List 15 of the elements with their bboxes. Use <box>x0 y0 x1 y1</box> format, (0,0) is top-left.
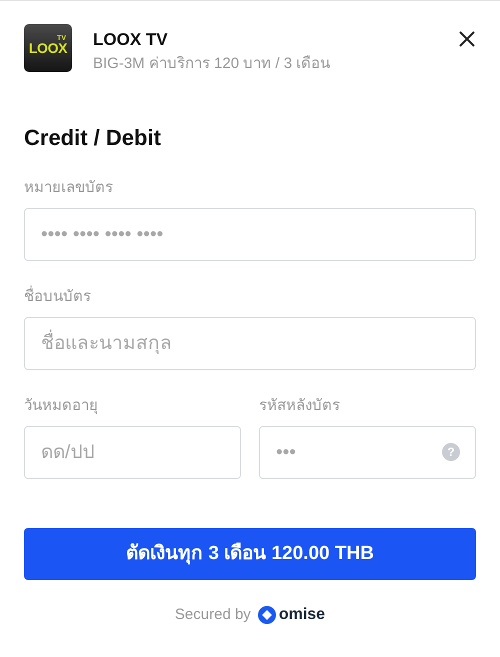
close-button[interactable] <box>458 30 476 48</box>
merchant-name: LOOX TV <box>93 29 169 51</box>
brand-name: omise <box>278 605 326 625</box>
merchant-description: BIG-3M ค่าบริการ 120 บาท / 3 เดือน <box>93 54 330 74</box>
input-field[interactable]: ชื่อและนามสกุล <box>24 317 476 370</box>
form-heading: Credit / Debit <box>24 124 162 152</box>
field-label: รหัสหลังบัตร <box>259 396 341 416</box>
secured-text: Secured by <box>174 604 251 625</box>
field-label: ชื่อบนบัตร <box>24 287 476 307</box>
close-icon <box>458 30 476 48</box>
input-field[interactable]: ดด/ปป <box>24 426 241 479</box>
field-label: หมายเลขบัตร <box>24 178 114 198</box>
input-field[interactable]: •••• •••• •••• •••• <box>24 208 476 261</box>
pay-button[interactable]: ตัดเงินทุก 3 เดือน 120.00 THB <box>24 528 476 580</box>
field-label: วันหมดอายุ <box>24 396 99 416</box>
